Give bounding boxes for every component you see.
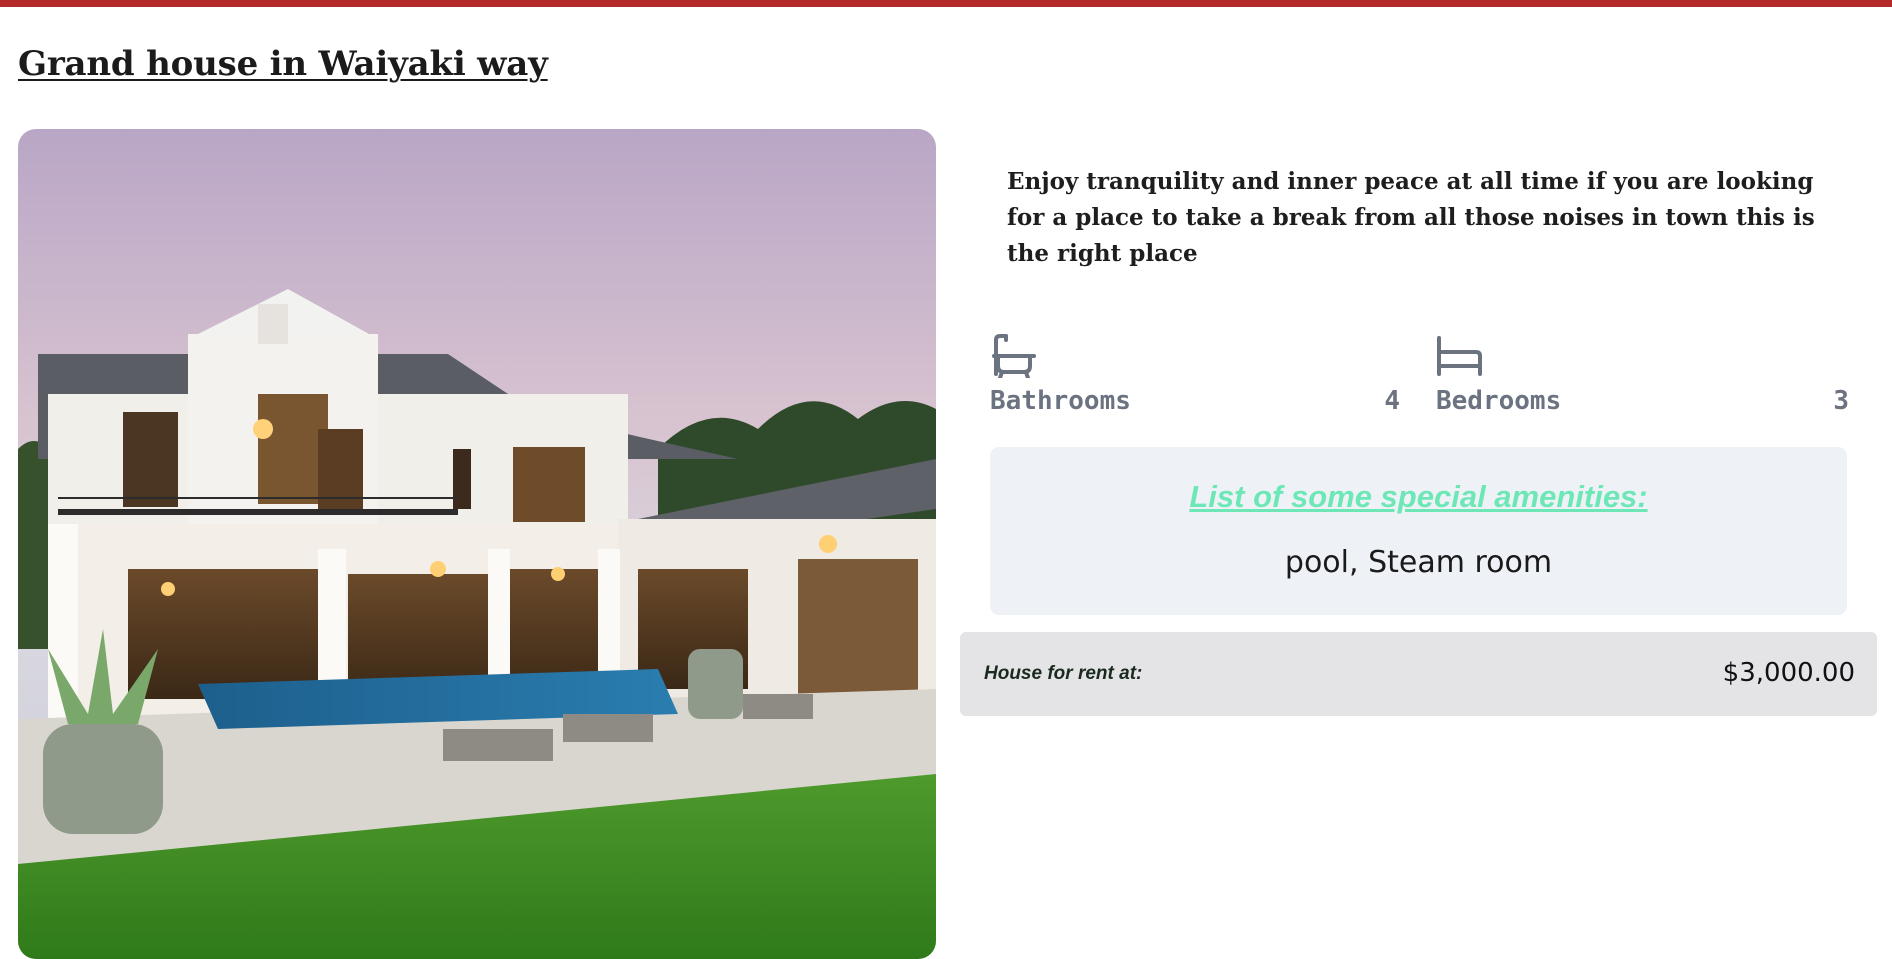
bedrooms-feature: Bedrooms 3 — [1436, 334, 1849, 416]
price-value: $3,000.00 — [1722, 658, 1855, 688]
amenities-list: pool, Steam room — [1284, 545, 1553, 580]
bathtub-icon — [990, 334, 1400, 378]
bathrooms-feature: Bathrooms 4 — [990, 334, 1400, 416]
price-label: House for rent at: — [984, 663, 1143, 684]
bedrooms-label: Bedrooms — [1436, 386, 1562, 416]
price-bar: House for rent at: $3,000.00 — [960, 632, 1877, 716]
bathrooms-label: Bathrooms — [990, 386, 1131, 416]
page-title: Grand house in Waiyaki way — [18, 44, 548, 84]
house-photo — [18, 129, 936, 959]
bed-icon — [1436, 334, 1849, 378]
listing-description: Enjoy tranquility and inner peace at all… — [1007, 168, 1815, 267]
amenities-card: List of some special amenities: pool, St… — [990, 447, 1847, 615]
top-accent-bar — [0, 0, 1892, 7]
bedrooms-count: 3 — [1833, 386, 1849, 416]
amenities-heading: List of some special amenities: — [1189, 479, 1648, 514]
bathrooms-count: 4 — [1384, 386, 1400, 416]
